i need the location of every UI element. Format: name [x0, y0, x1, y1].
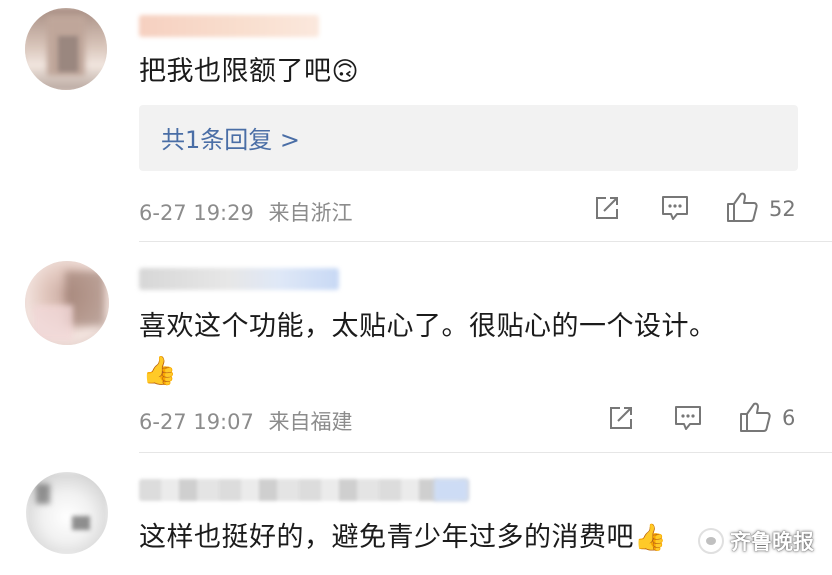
comment-text: 喜欢这个功能，太贴心了。很贴心的一个设计。 [139, 311, 717, 342]
location: 来自浙江 [268, 201, 353, 225]
share-icon[interactable] [592, 193, 622, 223]
timestamp: 6-27 19:29 [139, 201, 254, 225]
comment-icon[interactable] [660, 194, 690, 222]
replies-link[interactable]: 共1条回复 > [139, 105, 798, 171]
replies-label: 共1条回复 > [161, 126, 301, 154]
upside-down-face-icon: 🙃 [331, 57, 360, 87]
comment-meta: 6-27 19:07 来自福建 [139, 406, 353, 436]
comment-text: 这样也挺好的，避免青少年过多的消费吧👍 [139, 522, 667, 553]
comment-icon[interactable] [673, 404, 703, 432]
username[interactable] [139, 268, 339, 290]
divider [139, 452, 832, 453]
avatar[interactable] [25, 261, 109, 345]
timestamp: 6-27 19:07 [139, 410, 254, 434]
watermark-text: 齐鲁晚报 [730, 530, 814, 554]
thumbs-up-emoji-icon: 👍 [634, 523, 667, 553]
like-icon[interactable] [738, 400, 772, 434]
like-count: 6 [782, 406, 796, 430]
location: 来自福建 [268, 410, 353, 434]
username-badge [434, 479, 468, 501]
like-icon[interactable] [725, 190, 759, 224]
comment-meta: 6-27 19:29 来自浙江 [139, 197, 353, 227]
avatar[interactable] [26, 472, 108, 554]
like-count: 52 [769, 197, 796, 221]
wechat-logo-icon [698, 528, 724, 554]
thumbs-up-emoji-icon: 👍 [142, 354, 177, 387]
comment-text: 把我也限额了吧🙃 [139, 56, 360, 87]
watermark: 齐鲁晚报 [698, 523, 814, 559]
divider [139, 241, 832, 242]
username[interactable] [139, 15, 319, 37]
avatar[interactable] [25, 8, 107, 90]
share-icon[interactable] [606, 403, 636, 433]
username[interactable] [139, 479, 469, 501]
